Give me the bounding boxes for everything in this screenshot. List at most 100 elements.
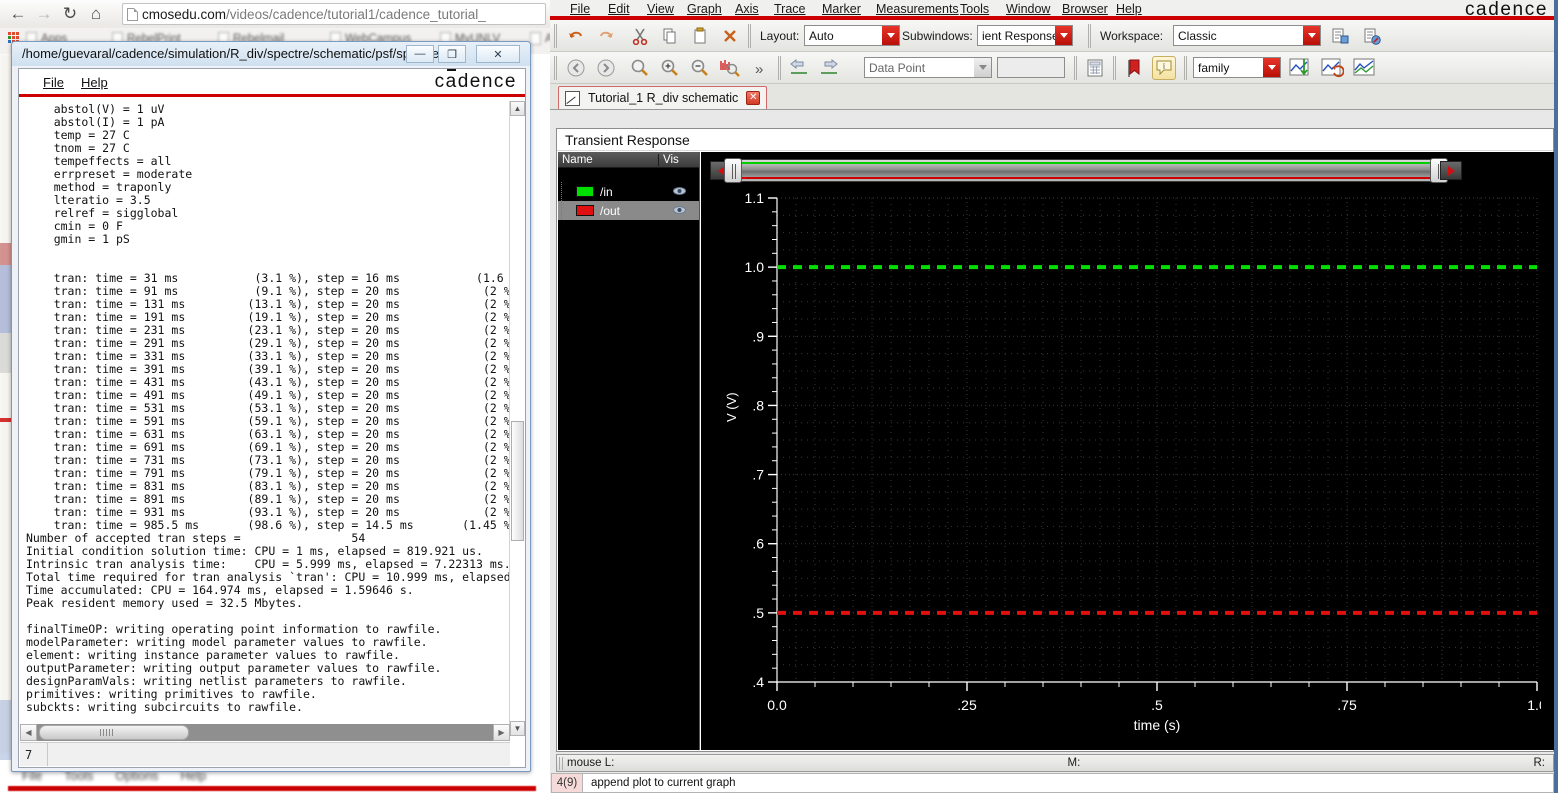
redo-icon[interactable] bbox=[594, 24, 618, 48]
tab-tutorial-1-rdiv-schematic[interactable]: Tutorial_1 R_div schematic ✕ bbox=[558, 86, 768, 109]
forward-icon[interactable]: → bbox=[32, 3, 56, 25]
right-edge-scrollbar[interactable] bbox=[1554, 0, 1558, 793]
log-menubar: File Help cadence bbox=[19, 69, 525, 97]
toolbar-overflow-icon[interactable]: » bbox=[755, 61, 763, 78]
scroll-left-icon[interactable]: ◀ bbox=[20, 724, 37, 741]
toolbar-grip-4[interactable] bbox=[554, 56, 559, 80]
x-tick-label: 1.0 bbox=[1527, 697, 1541, 713]
bookmark-ace-account[interactable]: ACE Account bbox=[530, 32, 550, 45]
scroll-thumb[interactable] bbox=[511, 421, 524, 541]
save-workspace-icon[interactable] bbox=[1328, 24, 1352, 48]
toolbar-grip-8[interactable] bbox=[1184, 56, 1189, 80]
toolbar-grip-6[interactable] bbox=[1074, 56, 1079, 80]
menu-axis[interactable]: Axis bbox=[735, 2, 759, 16]
zoom-fit-icon[interactable] bbox=[628, 56, 652, 80]
log-menu-file[interactable]: File bbox=[43, 75, 64, 90]
next-icon[interactable] bbox=[818, 56, 842, 80]
zoom-waveform-icon[interactable] bbox=[718, 56, 742, 80]
scroll-down-icon[interactable]: ▼ bbox=[510, 721, 525, 736]
log-menu-help[interactable]: Help bbox=[81, 75, 108, 90]
menu-tools[interactable]: Tools bbox=[960, 2, 989, 16]
copy-icon[interactable] bbox=[658, 24, 682, 48]
chevron-down-icon[interactable] bbox=[1055, 26, 1072, 45]
chart-canvas[interactable]: V (V) 1.1 1.0 .9 .8 .7 .6 .5 .40.0 .25 .5 .75 1.0 ti… bbox=[721, 190, 1547, 740]
log-status-value: 7 bbox=[20, 743, 48, 766]
eye-icon[interactable] bbox=[673, 205, 686, 215]
subwindows-combo[interactable]: ient Response bbox=[977, 25, 1073, 46]
menu-marker[interactable]: Marker bbox=[822, 2, 861, 16]
x-axis-label: time (s) bbox=[1134, 717, 1181, 733]
toolbar-grip-5[interactable] bbox=[778, 56, 783, 80]
browser-toolbar: ← → ↻ ⌂ cmosedu.com/videos/cadence/tutor… bbox=[0, 0, 550, 28]
menu-edit[interactable]: Edit bbox=[608, 2, 630, 16]
graph-area[interactable]: V (V) 1.1 1.0 .9 .8 .7 .6 .5 .40.0 .25 .5 .75 1.0 ti… bbox=[701, 152, 1554, 750]
x-tick-label: .25 bbox=[957, 697, 977, 713]
new-strip-icon[interactable] bbox=[1318, 56, 1346, 80]
prev-icon[interactable] bbox=[788, 56, 812, 80]
command-message[interactable]: append plot to current graph bbox=[583, 773, 1554, 793]
chevron-down-icon[interactable] bbox=[882, 26, 899, 45]
toolbar-grip-2[interactable] bbox=[748, 24, 753, 48]
slider-right-button[interactable] bbox=[1440, 161, 1462, 180]
x-range-slider[interactable] bbox=[710, 158, 1462, 183]
signal-row-out[interactable]: /out bbox=[558, 201, 699, 220]
forward-arrow-icon[interactable] bbox=[594, 56, 618, 80]
family-combo[interactable]: family bbox=[1193, 57, 1281, 78]
viva-menubar: File Edit View Graph Axis Trace Marker M… bbox=[550, 0, 1558, 20]
subwindows-label: Subwindows: bbox=[902, 29, 973, 43]
scroll-up-icon[interactable]: ▲ bbox=[510, 101, 525, 116]
delete-icon[interactable] bbox=[718, 24, 742, 48]
menu-window[interactable]: Window bbox=[1006, 2, 1050, 16]
reset-workspace-icon[interactable] bbox=[1360, 24, 1384, 48]
minimize-button[interactable]: — bbox=[406, 45, 434, 63]
menu-measurements[interactable]: Measurements bbox=[876, 2, 959, 16]
tab-label: Tutorial_1 R_div schematic bbox=[588, 91, 739, 105]
menu-view[interactable]: View bbox=[647, 2, 674, 16]
paste-icon[interactable] bbox=[688, 24, 712, 48]
right-arrow-icon bbox=[1447, 165, 1455, 176]
annotation-icon[interactable]: i bbox=[1152, 56, 1176, 80]
cut-icon[interactable] bbox=[628, 24, 652, 48]
chevron-down-icon[interactable] bbox=[1303, 26, 1320, 45]
toolbar-grip-1[interactable] bbox=[554, 24, 559, 48]
back-arrow-icon[interactable] bbox=[564, 56, 588, 80]
layout-combo[interactable]: Auto bbox=[804, 25, 900, 46]
menu-graph[interactable]: Graph bbox=[687, 2, 722, 16]
undo-icon[interactable] bbox=[564, 24, 588, 48]
home-icon[interactable]: ⌂ bbox=[84, 3, 108, 25]
swap-axis-icon[interactable] bbox=[1286, 56, 1314, 80]
log-vertical-scrollbar[interactable]: ▲ ▼ bbox=[509, 101, 525, 736]
menu-browser[interactable]: Browser bbox=[1062, 2, 1108, 16]
close-button[interactable]: ✕ bbox=[476, 45, 520, 63]
reload-icon[interactable]: ↻ bbox=[58, 3, 82, 25]
menu-help[interactable]: Help bbox=[1116, 2, 1142, 16]
workspace-combo[interactable]: Classic bbox=[1173, 25, 1321, 46]
datapoint-value: Data Point bbox=[869, 60, 926, 75]
eye-icon[interactable] bbox=[673, 186, 686, 196]
menu-trace[interactable]: Trace bbox=[774, 2, 806, 16]
datapoint-field[interactable] bbox=[997, 57, 1065, 78]
log-horizontal-scrollbar[interactable]: ◀ ▶ bbox=[20, 724, 510, 741]
back-icon[interactable]: ← bbox=[6, 3, 30, 25]
append-trace-icon[interactable] bbox=[1350, 56, 1378, 80]
slider-track[interactable] bbox=[726, 159, 1446, 182]
toolbar-grip-3[interactable] bbox=[1088, 24, 1093, 48]
menu-file[interactable]: File bbox=[570, 2, 590, 16]
bookmark-icon[interactable] bbox=[1122, 56, 1146, 80]
subwindows-value: ient Response bbox=[982, 28, 1055, 43]
maximize-button[interactable]: ❐ bbox=[438, 45, 466, 63]
zoom-out-icon[interactable] bbox=[688, 56, 712, 80]
close-icon[interactable]: ✕ bbox=[746, 91, 761, 105]
grip-icon bbox=[730, 164, 738, 179]
zoom-in-icon[interactable] bbox=[658, 56, 682, 80]
slider-handle-left[interactable] bbox=[724, 158, 742, 183]
signal-row-in[interactable]: /in bbox=[558, 182, 699, 201]
log-window-titlebar[interactable]: /home/guevaral/cadence/simulation/R_div/… bbox=[12, 42, 530, 66]
address-bar[interactable]: cmosedu.com/videos/cadence/tutorial1/cad… bbox=[122, 3, 546, 25]
chevron-down-icon[interactable] bbox=[1263, 58, 1280, 77]
datapoint-combo[interactable]: Data Point bbox=[864, 57, 992, 78]
table-icon[interactable] bbox=[1083, 56, 1107, 80]
scroll-right-icon[interactable]: ▶ bbox=[493, 724, 510, 741]
toolbar-grip-7[interactable] bbox=[1113, 56, 1118, 80]
chevron-down-icon[interactable] bbox=[974, 58, 991, 77]
